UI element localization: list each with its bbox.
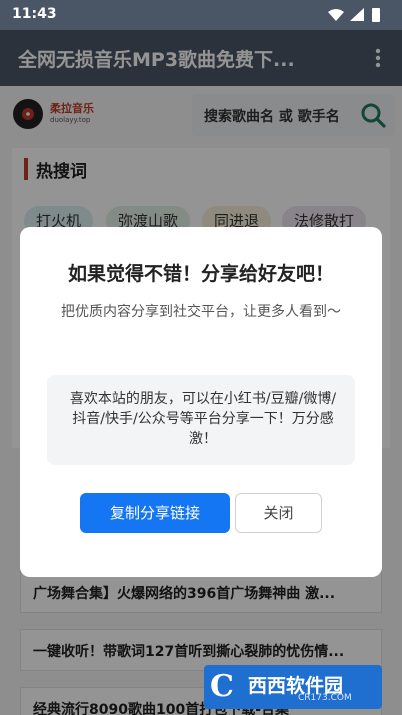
dialog-message-box: 喜欢本站的朋友，可以在小红书/豆瓣/微博/抖音/快手/公众号等平台分享一下！万分… bbox=[47, 375, 355, 465]
status-bar: 11:43 bbox=[0, 0, 402, 30]
copy-share-link-button[interactable]: 复制分享链接 bbox=[80, 493, 230, 533]
close-button[interactable]: 关闭 bbox=[235, 493, 322, 533]
dialog-message: 喜欢本站的朋友，可以在小红书/豆瓣/微博/抖音/快手/公众号等平台分享一下！万分… bbox=[69, 391, 337, 447]
watermark-sub: CR173.COM bbox=[298, 693, 352, 703]
status-icons bbox=[328, 8, 380, 22]
dialog-description: 把优质内容分享到社交平台，让更多人看到～ bbox=[61, 304, 341, 320]
signal-icon bbox=[350, 8, 364, 21]
battery-icon bbox=[372, 8, 380, 22]
share-dialog: 如果觉得不错！分享给好友吧！ 把优质内容分享到社交平台，让更多人看到～ 喜欢本站… bbox=[20, 227, 382, 577]
watermark-logo: C 西西软件园 CR173.COM bbox=[204, 665, 382, 709]
watermark-mark: C bbox=[210, 669, 234, 704]
status-time: 11:43 bbox=[12, 6, 57, 22]
wifi-icon bbox=[328, 9, 344, 21]
dialog-title: 如果觉得不错！分享给好友吧！ bbox=[67, 263, 334, 285]
